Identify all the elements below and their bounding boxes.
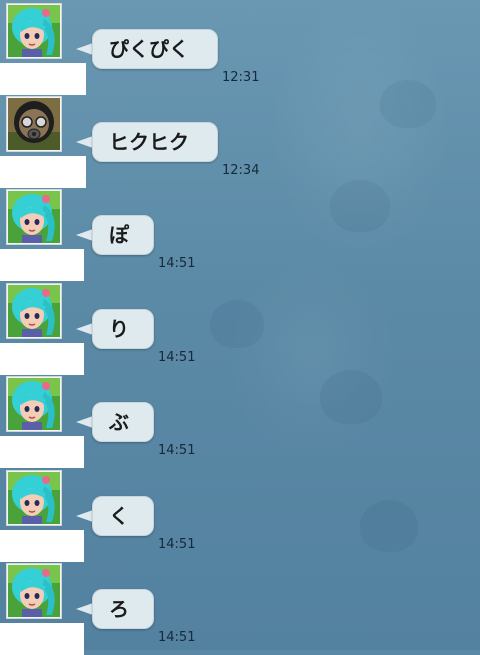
girl-portrait-icon bbox=[8, 285, 60, 337]
chat-message: く 14:51 bbox=[0, 470, 480, 562]
girl-avatar[interactable] bbox=[6, 3, 62, 59]
message-time: 14:51 bbox=[158, 537, 196, 552]
sender-name-box bbox=[0, 156, 86, 188]
girl-avatar[interactable] bbox=[6, 470, 62, 526]
message-time: 14:51 bbox=[158, 630, 196, 645]
message-time: 12:34 bbox=[222, 163, 260, 178]
chat-message: ろ 14:51 bbox=[0, 563, 480, 655]
sender-name-box bbox=[0, 623, 84, 655]
sender-name-box bbox=[0, 343, 84, 375]
bubble-tail bbox=[76, 43, 93, 55]
bubble-tail bbox=[76, 416, 93, 428]
masked-avatar[interactable] bbox=[6, 96, 62, 152]
message-time: 14:51 bbox=[158, 350, 196, 365]
bubble-tail bbox=[76, 136, 93, 148]
message-time: 12:31 bbox=[222, 70, 260, 85]
girl-avatar[interactable] bbox=[6, 189, 62, 245]
message-bubble[interactable]: ぶ bbox=[92, 402, 154, 442]
chat-message: り 14:51 bbox=[0, 283, 480, 375]
girl-portrait-icon bbox=[8, 378, 60, 430]
message-bubble[interactable]: ぽ bbox=[92, 215, 154, 255]
message-bubble[interactable]: り bbox=[92, 309, 154, 349]
sender-name-box bbox=[0, 436, 84, 468]
bubble-tail bbox=[76, 229, 93, 241]
chat-message: ぴくぴく 12:31 bbox=[0, 3, 480, 95]
chat-message: ぽ 14:51 bbox=[0, 189, 480, 281]
message-bubble[interactable]: ヒクヒク bbox=[92, 122, 218, 162]
girl-avatar[interactable] bbox=[6, 563, 62, 619]
chat-message: ヒクヒク 12:34 bbox=[0, 96, 480, 188]
sender-name-box bbox=[0, 63, 86, 95]
girl-portrait-icon bbox=[8, 5, 60, 57]
girl-avatar[interactable] bbox=[6, 376, 62, 432]
bubble-tail bbox=[76, 510, 93, 522]
sender-name-box bbox=[0, 530, 84, 562]
sender-name-box bbox=[0, 249, 84, 281]
message-time: 14:51 bbox=[158, 256, 196, 271]
bubble-tail bbox=[76, 323, 93, 335]
bubble-tail bbox=[76, 603, 93, 615]
message-time: 14:51 bbox=[158, 443, 196, 458]
gas-mask-portrait-icon bbox=[8, 98, 60, 150]
girl-avatar[interactable] bbox=[6, 283, 62, 339]
chat-message: ぶ 14:51 bbox=[0, 376, 480, 468]
girl-portrait-icon bbox=[8, 472, 60, 524]
message-bubble[interactable]: ぴくぴく bbox=[92, 29, 218, 69]
girl-portrait-icon bbox=[8, 565, 60, 617]
message-bubble[interactable]: く bbox=[92, 496, 154, 536]
message-bubble[interactable]: ろ bbox=[92, 589, 154, 629]
girl-portrait-icon bbox=[8, 191, 60, 243]
